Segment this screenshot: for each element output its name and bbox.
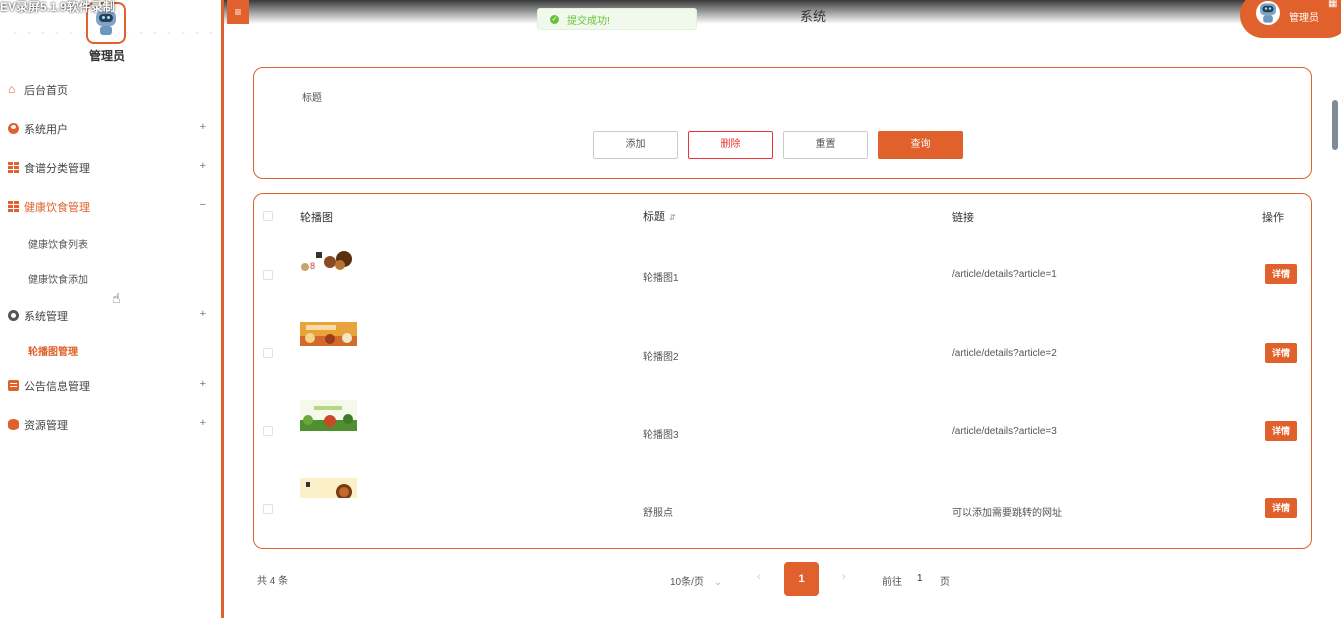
user-avatar[interactable] <box>1256 1 1280 25</box>
gear-icon <box>8 310 19 321</box>
column-header-link: 链接 <box>952 212 974 224</box>
row-link: /article/details?article=1 <box>952 269 1057 280</box>
sidebar: 管理员 ⌂ 后台首页 系统用户 + 食谱分类管理 + 健康饮食管理 − 健康饮食… <box>0 0 221 618</box>
admin-name: 管理员 <box>88 49 125 63</box>
sidebar-item-label: 后台首页 <box>24 84 68 97</box>
carousel-thumbnail <box>300 478 357 498</box>
details-button[interactable]: 详情 <box>1265 498 1297 518</box>
column-header-label: 标题 <box>643 211 665 223</box>
details-button[interactable]: 详情 <box>1265 421 1297 441</box>
table-row: 8 轮播图1 /article/details?article=1 详情 <box>254 236 1311 314</box>
reset-button[interactable]: 重置 <box>783 131 868 159</box>
details-button[interactable]: 详情 <box>1265 264 1297 284</box>
pagination-total: 共 4 条 <box>257 576 289 587</box>
page-number-current[interactable]: 1 <box>784 562 819 596</box>
sidebar-border <box>221 0 224 618</box>
column-header-image: 轮播图 <box>300 212 333 224</box>
carousel-thumbnail <box>300 400 357 431</box>
row-checkbox[interactable] <box>263 348 273 358</box>
database-icon <box>8 419 19 430</box>
column-header-title[interactable]: 标题 ⇵ <box>643 208 676 224</box>
prev-page-button[interactable]: ‹ <box>757 571 761 583</box>
sidebar-item-recipe-categories[interactable]: 食谱分类管理 + <box>0 148 218 187</box>
row-title: 轮播图3 <box>643 430 679 441</box>
expand-icon: + <box>199 417 206 429</box>
document-icon <box>8 380 19 391</box>
toast-message: 提交成功! <box>567 15 610 27</box>
table-row: 轮播图2 /article/details?article=2 详情 <box>254 314 1311 392</box>
expand-icon: + <box>199 308 206 320</box>
next-page-button[interactable]: › <box>842 571 846 583</box>
table-row: 轮播图3 /article/details?article=3 详情 <box>254 392 1311 470</box>
column-header-action: 操作 <box>1262 212 1284 224</box>
add-button[interactable]: 添加 <box>593 131 678 159</box>
table-row: 舒服点 可以添加需要跳转的网址 详情 <box>254 470 1311 548</box>
page-size-select[interactable]: 10条/页 ⌄ <box>670 573 722 588</box>
sort-icon[interactable]: ⇵ <box>669 213 676 222</box>
page-title: 系统 <box>800 9 827 24</box>
details-button[interactable]: 详情 <box>1265 343 1297 363</box>
goto-page-input[interactable]: 1 <box>917 573 923 584</box>
robot-icon <box>1259 3 1277 23</box>
expand-icon: + <box>199 160 206 172</box>
sidebar-item-home[interactable]: ⌂ 后台首页 <box>0 70 218 109</box>
home-icon: ⌂ <box>8 82 16 96</box>
grid-icon <box>8 201 19 212</box>
hand-cursor-icon: ☝ <box>112 290 121 306</box>
sidebar-item-healthy-diet[interactable]: 健康饮食管理 − <box>0 187 218 226</box>
recorder-watermark: EV录屏5.1.9软件录制 <box>0 0 115 14</box>
expand-icon: + <box>199 378 206 390</box>
svg-text:8: 8 <box>310 261 315 271</box>
row-title: 轮播图1 <box>643 273 679 284</box>
row-title: 舒服点 <box>643 508 673 519</box>
carousel-thumbnail <box>300 322 357 346</box>
user-name[interactable]: 管理员 <box>1289 9 1319 24</box>
expand-icon: + <box>199 121 206 133</box>
row-checkbox[interactable] <box>263 426 273 436</box>
goto-unit-label: 页 <box>940 577 950 588</box>
page-size-value: 10条/页 <box>670 577 704 588</box>
row-link: 可以添加需要跳转的网址 <box>952 508 1062 519</box>
title-search-label: 标题 <box>302 93 322 104</box>
sidebar-item-system-users[interactable]: 系统用户 + <box>0 109 218 148</box>
sidebar-subitem-diet-list[interactable]: 健康饮食列表 <box>0 226 218 261</box>
select-all-checkbox[interactable] <box>263 211 273 221</box>
row-link: /article/details?article=3 <box>952 426 1057 437</box>
row-title: 轮播图2 <box>643 352 679 363</box>
sidebar-item-resources[interactable]: 资源管理 + <box>0 405 218 444</box>
goto-label: 前往 <box>882 577 902 588</box>
sidebar-menu: ⌂ 后台首页 系统用户 + 食谱分类管理 + 健康饮食管理 − 健康饮食列表 健… <box>0 70 218 444</box>
sidebar-item-announcements[interactable]: 公告信息管理 + <box>0 366 218 405</box>
sidebar-subitem-carousel[interactable]: 轮播图管理 <box>0 335 218 366</box>
delete-button[interactable]: 删除 <box>688 131 773 159</box>
menu-toggle-button[interactable]: ≡ <box>227 0 249 24</box>
grid-icon <box>8 162 19 173</box>
fullscreen-icon[interactable]: ▦ <box>1328 0 1337 9</box>
collapse-icon: − <box>199 199 206 211</box>
data-table: 轮播图 标题 ⇵ 链接 操作 8 轮播图1 /article/details?ar… <box>253 193 1312 549</box>
sidebar-item-system-management[interactable]: 系统管理 + <box>0 296 218 335</box>
sidebar-item-label: 健康饮食管理 <box>24 201 90 214</box>
search-panel: 标题 添加 删除 重置 查询 <box>253 67 1312 179</box>
chevron-down-icon: ⌄ <box>713 577 723 588</box>
query-button[interactable]: 查询 <box>878 131 963 159</box>
check-circle-icon: ✓ <box>550 14 559 24</box>
sidebar-subitem-diet-add[interactable]: 健康饮食添加 <box>0 261 218 296</box>
carousel-thumbnail: 8 <box>300 249 357 273</box>
sidebar-item-label: 资源管理 <box>24 419 68 432</box>
sidebar-item-label: 系统用户 <box>24 123 68 136</box>
user-icon <box>8 123 19 134</box>
sidebar-item-label: 食谱分类管理 <box>24 162 90 175</box>
row-checkbox[interactable] <box>263 270 273 280</box>
sidebar-item-label: 公告信息管理 <box>24 380 90 393</box>
row-checkbox[interactable] <box>263 504 273 514</box>
scrollbar-thumb[interactable] <box>1332 100 1338 150</box>
row-link: /article/details?article=2 <box>952 348 1057 359</box>
sidebar-item-label: 系统管理 <box>24 310 68 323</box>
success-toast: ✓ 提交成功! <box>537 8 697 30</box>
